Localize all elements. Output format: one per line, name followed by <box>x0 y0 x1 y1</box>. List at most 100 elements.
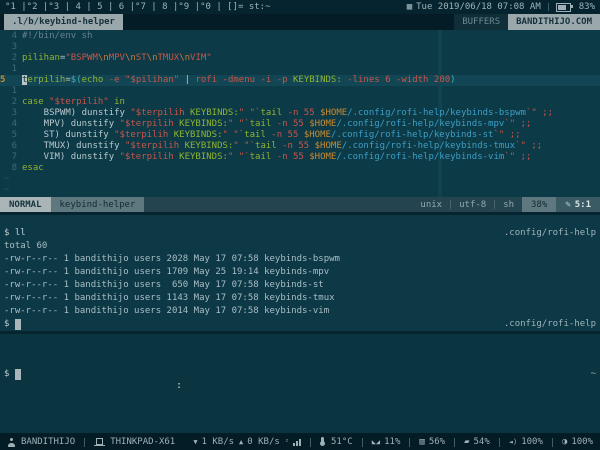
brightness-module[interactable]: ◑ 100% <box>562 437 593 447</box>
cpu-module: ◣◢ 11% <box>372 437 401 447</box>
shell-prompt-line[interactable]: $ ~ <box>4 368 596 381</box>
terminal-output-line: -rw-r--r-- 1 bandithijo users 2014 May 1… <box>4 305 596 318</box>
code-segment: `" ;; <box>504 119 531 129</box>
code-segment: tail <box>250 152 277 162</box>
shell-prompt-line[interactable]: $ .config/rofi-help <box>4 318 596 331</box>
code-segment: VIM" <box>190 53 212 63</box>
code-line[interactable]: 1 <box>0 64 600 75</box>
ram-module: ▥ 56% <box>419 437 445 447</box>
separator <box>310 438 311 447</box>
thermometer-icon <box>321 437 324 445</box>
code-line[interactable]: 8esac <box>0 163 600 174</box>
cpu-icon: ◣◢ <box>372 438 380 446</box>
file-encoding: utf-8 <box>451 197 494 212</box>
vim-mode-indicator: NORMAL <box>0 197 51 212</box>
empty-line-tilde: ~ <box>0 185 600 196</box>
code-segment: /.config/rofi-help/keybinds-bspwm <box>347 108 526 118</box>
tmux-status-bar: °1 |°2 |°3 | 4 | 5 | 6 |°7 | 8 |°9 |°0 |… <box>0 0 600 14</box>
code-segment: "$terpilih <box>130 108 190 118</box>
line-number: 2 <box>0 53 17 64</box>
command-text: ll <box>15 227 26 240</box>
mouse-text-cursor: : <box>176 380 182 391</box>
volume-module[interactable]: ◄) 100% <box>509 437 543 447</box>
code-segment: | <box>179 75 195 85</box>
code-segment: in <box>109 97 125 107</box>
shell-prompt-line[interactable]: $ ll .config/rofi-help <box>4 227 596 240</box>
code-segment: ST) dunstify <box>22 130 114 140</box>
speaker-icon: ◄) <box>509 438 517 446</box>
code-line[interactable]: 7 VIM) dunstify "$terpilih KEYBINDS:" "`… <box>0 152 600 163</box>
code-segment: /.config/rofi-help/keybinds-st <box>331 130 494 140</box>
code-segment: tail <box>255 141 282 151</box>
scroll-percent: 38% <box>522 197 556 212</box>
tab-keybind-helper[interactable]: .l/b/keybind-helper <box>4 14 123 30</box>
code-line[interactable]: 4#!/bin/env sh <box>0 31 600 42</box>
terminal-output-line: -rw-r--r-- 1 bandithijo users 1709 May 2… <box>4 266 596 279</box>
code-line[interactable]: 2pilihan="BSPWM\nMPV\nST\nTMUX\nVIM" <box>0 53 600 64</box>
separator <box>552 438 553 447</box>
right-prompt-path: .config/rofi-help <box>504 227 596 240</box>
code-segment: "$terpilih <box>120 119 180 129</box>
ram-icon: ▥ <box>419 437 424 447</box>
code-segment: "$terpilih <box>114 130 174 140</box>
code-segment: "$terpilih <box>120 152 180 162</box>
code-line[interactable]: 2case "$terpilih" in <box>0 97 600 108</box>
code-segment: -n 55 <box>288 108 321 118</box>
download-speed: 1 KB/s <box>202 437 235 447</box>
vim-buffer[interactable]: 4#!/bin/env sh32pilihan="BSPWM\nMPV\nST\… <box>0 30 600 197</box>
line-number: 4 <box>0 119 17 130</box>
code-line[interactable]: 5 ST) dunstify "$terpilih KEYBINDS:" "`t… <box>0 130 600 141</box>
code-line[interactable]: 1 <box>0 86 600 97</box>
terminal-output-line: total 60 <box>4 240 596 253</box>
volume-value: 100% <box>521 437 543 447</box>
code-line[interactable]: 4 MPV) dunstify "$terpilih KEYBINDS:" "`… <box>0 119 600 130</box>
terminal-output-line: -rw-r--r-- 1 bandithijo users 1143 May 1… <box>4 292 596 305</box>
empty-line-tilde: ~ <box>0 174 600 185</box>
bottom-status-bar: BANDITHIJO THINKPAD-X61 ▼ 1 KB/s ▲ 0 KB/… <box>0 433 600 450</box>
code-segment: `" ;; <box>515 141 542 151</box>
code-segment: -n 55 <box>282 141 315 151</box>
code-segment: KEYBINDS: <box>190 108 239 118</box>
code-segment: $HOME <box>315 141 342 151</box>
code-segment: $HOME <box>309 119 336 129</box>
code-segment: ST <box>136 53 147 63</box>
shell-pane[interactable]: $ ll.config/rofi-helptotal 60-rw-r--r-- … <box>0 215 600 331</box>
separator <box>548 3 549 11</box>
temperature-value: 51°C <box>331 437 353 447</box>
tmux-window-list[interactable]: °1 |°2 |°3 | 4 | 5 | 6 |°7 | 8 |°9 |°0 |… <box>5 2 271 12</box>
bottom-shell-pane[interactable]: : $ ~ <box>0 334 600 433</box>
code-segment: /.config/rofi-help/keybinds-vim <box>336 152 504 162</box>
battery-icon <box>556 3 571 12</box>
code-segment: VIM) dunstify <box>22 152 120 162</box>
code-line[interactable]: 3 BSPWM) dunstify "$terpilih KEYBINDS:" … <box>0 108 600 119</box>
file-type: sh <box>495 197 522 212</box>
calendar-icon: ▦ <box>407 2 412 12</box>
terminal-output-line: -rw-r--r-- 1 bandithijo users 2028 May 1… <box>4 253 596 266</box>
code-segment: \n <box>125 53 136 63</box>
clock-datetime: Tue 2019/06/18 07:08 AM <box>416 2 541 12</box>
code-segment: KEYBINDS: <box>179 152 228 162</box>
line-number: 2 <box>0 97 17 108</box>
code-segment: -n 55 <box>277 119 310 129</box>
code-line[interactable]: 5terpilih=$(echo -e "$pilihan" | rofi -d… <box>0 75 600 86</box>
code-segment: `" ;; <box>504 152 531 162</box>
code-line[interactable]: 3 <box>0 42 600 53</box>
terminal-output-line: -rw-r--r-- 1 bandithijo users 650 May 17… <box>4 279 596 292</box>
line-number: 4 <box>0 31 17 42</box>
line-number: 3 <box>0 42 17 53</box>
code-segment: $HOME <box>320 108 347 118</box>
line-number: 7 <box>0 152 17 163</box>
line-number: 8 <box>0 163 17 174</box>
prompt-symbol: $ <box>4 227 15 240</box>
code-line[interactable]: 6 TMUX) dunstify "$terpilih KEYBINDS:" "… <box>0 141 600 152</box>
code-segment: " "` <box>233 141 255 151</box>
brightness-icon: ◑ <box>562 437 567 447</box>
code-segment: $HOME <box>304 130 331 140</box>
vim-statusline: NORMAL keybind-helper unix utf-8 sh 38% … <box>0 197 600 212</box>
download-icon: ▼ <box>193 438 197 446</box>
laptop-icon <box>94 438 105 446</box>
separator <box>499 438 500 447</box>
code-segment: " "` <box>228 119 250 129</box>
code-segment: "$terpilih" <box>49 97 109 107</box>
signal-count: ² <box>285 439 289 446</box>
